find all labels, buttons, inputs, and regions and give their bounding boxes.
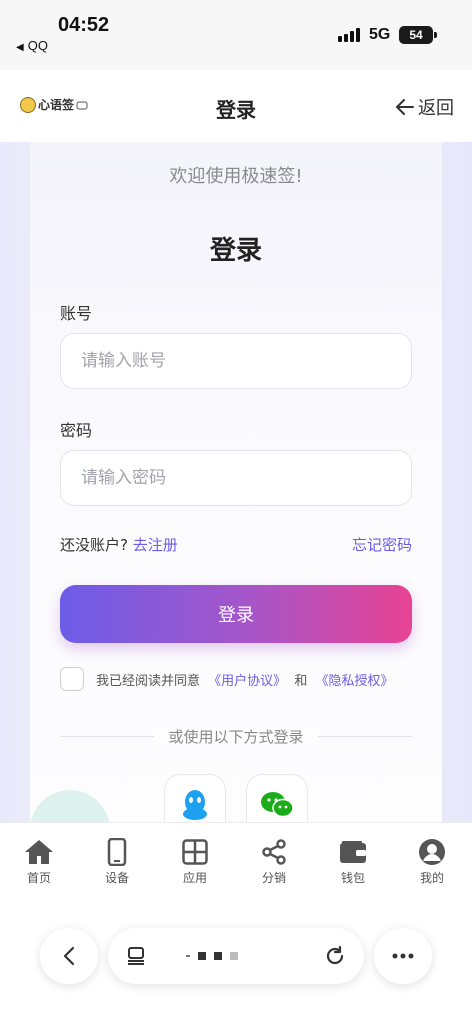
welcome-text: 欢迎使用极速签!	[169, 166, 303, 187]
tab-wallet[interactable]: 钱包	[323, 837, 383, 886]
tab-apps[interactable]: 应用	[165, 837, 225, 886]
network-type: 5G	[369, 26, 391, 43]
divider-text: 或使用以下方式登录	[154, 728, 318, 746]
register-link[interactable]: 去注册	[133, 536, 178, 554]
no-account-text: 还没账户?	[60, 536, 128, 554]
account-input[interactable]	[60, 333, 412, 389]
register-prompt: 还没账户? 去注册	[60, 534, 178, 555]
user-agreement-link[interactable]: 《用户协议》	[208, 674, 286, 689]
tab-distribution[interactable]: 分销	[244, 837, 304, 886]
tab-home[interactable]: 首页	[9, 837, 69, 886]
more-icon	[392, 953, 414, 959]
profile-icon	[419, 839, 445, 865]
wallet-icon	[340, 841, 366, 863]
content-area: 欢迎使用极速签! 登录 账号 密码 还没账户? 去注册 忘记密码 登录 我已经阅…	[0, 142, 472, 822]
wechat-icon	[261, 792, 294, 818]
obscured-url	[186, 952, 238, 960]
tabs-icon	[128, 947, 144, 965]
tab-device[interactable]: 设备	[87, 837, 147, 886]
back-triangle-icon: ◀	[16, 42, 24, 53]
device-icon	[107, 838, 127, 866]
agree-prefix: 我已经阅读并同意	[96, 673, 201, 689]
forgot-password-link[interactable]: 忘记密码	[352, 534, 412, 555]
back-app-label: QQ	[27, 38, 48, 53]
arrow-left-icon	[396, 99, 414, 115]
back-button[interactable]: 返回	[396, 94, 454, 120]
links-row: 还没账户? 去注册 忘记密码	[60, 534, 412, 555]
browser-toolbar	[0, 904, 472, 1024]
tab-label: 首页	[26, 871, 51, 885]
password-label: 密码	[60, 421, 93, 440]
tab-label: 分销	[261, 871, 286, 885]
tab-label: 我的	[419, 871, 444, 885]
signal-icon	[338, 28, 360, 42]
share-icon	[262, 839, 286, 865]
account-label: 账号	[60, 304, 93, 323]
app-header: 心语签 登录 返回	[0, 70, 472, 142]
back-to-app[interactable]: ◀ QQ	[16, 38, 48, 53]
wechat-login-button[interactable]	[246, 774, 308, 822]
login-heading: 登录	[209, 236, 262, 266]
privacy-policy-link[interactable]: 《隐私授权》	[315, 674, 393, 689]
login-card: 欢迎使用极速签! 登录 账号 密码 还没账户? 去注册 忘记密码 登录 我已经阅…	[30, 142, 442, 822]
tab-label: 钱包	[340, 871, 365, 885]
back-label: 返回	[418, 98, 454, 119]
agree-checkbox[interactable]	[60, 667, 84, 691]
agreement-text: 我已经阅读并同意 《用户协议》 和 《隐私授权》	[96, 670, 397, 689]
tab-label: 设备	[104, 871, 129, 885]
and-text: 和	[294, 673, 308, 689]
url-bar[interactable]	[108, 928, 364, 984]
home-icon	[25, 840, 53, 864]
battery-level: 54	[409, 28, 423, 42]
chevron-left-icon	[63, 946, 75, 966]
status-time: 04:52	[58, 14, 110, 36]
agreement-row: 我已经阅读并同意 《用户协议》 和 《隐私授权》	[60, 667, 397, 691]
apps-icon	[182, 839, 208, 865]
tab-label: 应用	[182, 871, 207, 885]
reload-icon	[326, 945, 344, 965]
tab-profile[interactable]: 我的	[402, 837, 462, 886]
divider-label: 或使用以下方式登录	[30, 726, 442, 747]
battery-icon: 54	[399, 26, 437, 44]
qq-login-button[interactable]	[164, 774, 226, 822]
status-bar: 04:52 ◀ QQ 5G 54	[0, 0, 472, 70]
password-input[interactable]	[60, 450, 412, 506]
browser-back-button[interactable]	[40, 928, 98, 984]
bottom-tab-bar: 首页 设备 应用 分销 钱包 我的	[0, 822, 472, 904]
qq-icon	[183, 790, 207, 820]
browser-more-button[interactable]	[374, 928, 432, 984]
login-button[interactable]: 登录	[60, 585, 412, 643]
